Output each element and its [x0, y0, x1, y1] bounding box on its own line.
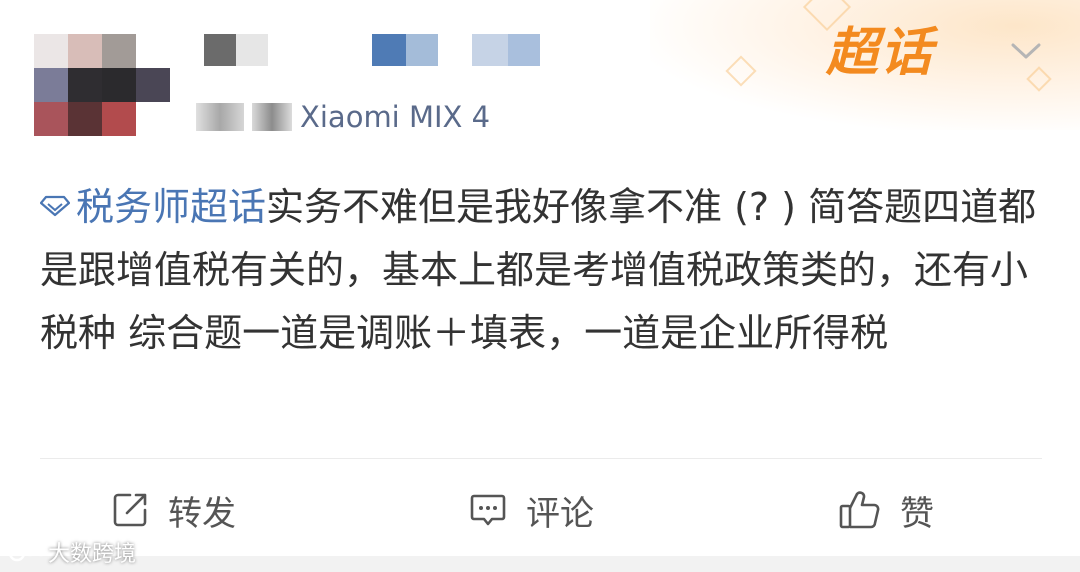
diamond-decoration: [725, 55, 757, 87]
comment-label: 评论: [526, 493, 594, 534]
post-body: 税务师超话实务不难但是我好像拿不准 (? ) 简答题四道都是跟增值税有关的，基本…: [40, 176, 1040, 365]
avatar[interactable]: [34, 34, 170, 136]
watermark: 大数跨境: [8, 536, 136, 568]
chevron-down-icon[interactable]: [1010, 40, 1042, 62]
username-redacted[interactable]: [204, 34, 268, 66]
divider: [40, 458, 1042, 459]
watermark-logo-icon: [8, 543, 48, 562]
bottom-strip: [0, 556, 1080, 572]
comment-button[interactable]: 评论: [468, 480, 594, 540]
thumbs-up-icon: [839, 491, 880, 529]
comment-icon: [470, 494, 506, 526]
post-meta: Xiaomi MIX 4: [196, 100, 490, 134]
like-label: 赞: [900, 493, 934, 534]
topic-link[interactable]: 税务师超话: [40, 185, 266, 229]
redacted-source-prefix: [252, 103, 292, 131]
topic-label: 税务师超话: [76, 185, 267, 229]
super-topic-icon: [40, 195, 70, 217]
repost-icon: [113, 493, 147, 527]
post-source: Xiaomi MIX 4: [300, 100, 491, 134]
like-button[interactable]: 赞: [838, 480, 934, 540]
redacted-time: [196, 103, 244, 131]
repost-button[interactable]: 转发: [110, 480, 236, 540]
diamond-decoration: [1026, 66, 1052, 92]
username-redacted[interactable]: [372, 34, 438, 66]
repost-label: 转发: [168, 493, 236, 534]
username-redacted[interactable]: [472, 34, 540, 66]
watermark-text: 大数跨境: [48, 542, 137, 567]
weibo-post-card: 超话 Xiaomi MIX 4 税务师超话实务不难但是我好像拿不准 (?) 简…: [0, 0, 1080, 572]
super-topic-badge[interactable]: 超话: [826, 10, 934, 85]
action-bar: 转发 评论 赞: [0, 480, 1080, 540]
